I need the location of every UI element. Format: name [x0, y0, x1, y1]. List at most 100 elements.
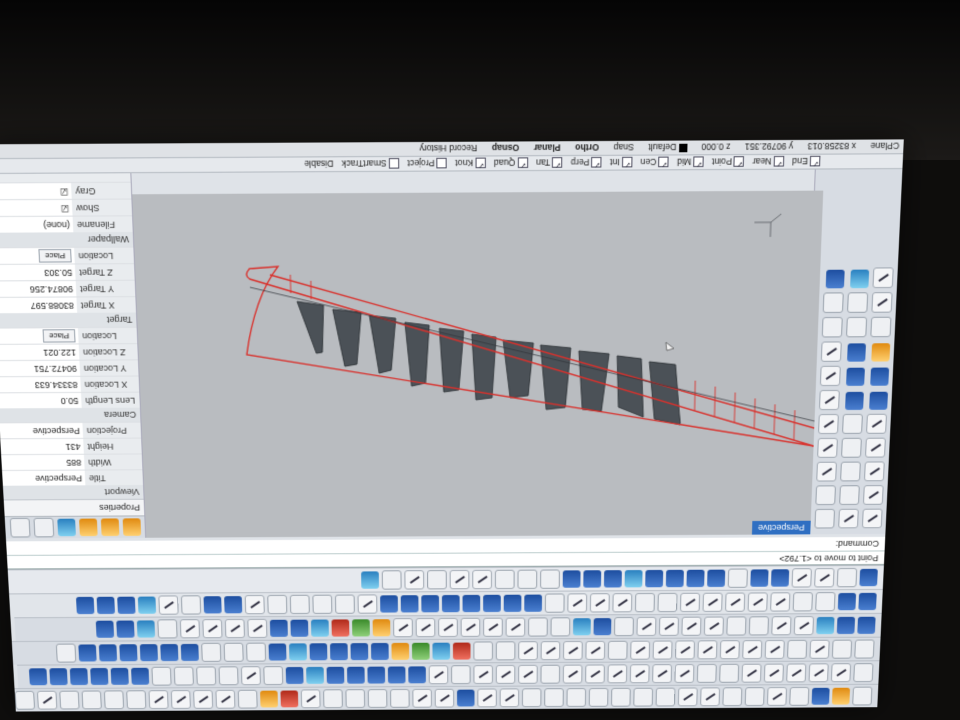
scale-icon[interactable] [607, 664, 627, 683]
undo-view-icon[interactable] [522, 688, 541, 707]
dim-aligned-icon[interactable] [563, 641, 583, 660]
draft-angle-icon[interactable] [310, 643, 328, 660]
right-view-icon[interactable] [659, 617, 679, 636]
shaded-icon[interactable] [594, 618, 612, 635]
wireframe-icon[interactable] [614, 617, 634, 636]
grid-tools-icon[interactable] [495, 570, 515, 589]
edge-curves-icon[interactable] [657, 593, 677, 612]
edge-analysis-icon[interactable] [269, 643, 287, 660]
circle-icon[interactable] [126, 690, 146, 709]
place-target-button[interactable]: Place [38, 249, 71, 263]
cplane-icon[interactable] [500, 688, 519, 707]
boolean-union-icon[interactable] [131, 668, 149, 685]
match-surface-icon[interactable] [703, 593, 723, 612]
drafting-icon[interactable] [707, 570, 725, 587]
status-record-history[interactable]: Record History [419, 143, 477, 154]
surface-point-icon[interactable] [858, 593, 876, 610]
network-surface-icon[interactable] [306, 667, 324, 684]
tools-icon[interactable] [157, 619, 177, 638]
planar-srf-icon[interactable] [138, 597, 156, 614]
osnap-quad[interactable]: Quad [494, 157, 528, 168]
shell-icon[interactable] [29, 668, 47, 685]
distance-icon[interactable] [246, 643, 266, 662]
fillet-edge-icon[interactable] [49, 668, 67, 685]
decal-icon[interactable] [116, 621, 134, 638]
surface-tools-icon[interactable] [837, 568, 857, 587]
move-face-icon[interactable] [158, 595, 178, 614]
dir-icon[interactable] [56, 644, 76, 663]
rib-icon[interactable] [267, 595, 287, 614]
texture-tab-icon[interactable] [33, 518, 54, 538]
gray-checkbox[interactable]: ☑ [0, 183, 72, 199]
history-icon[interactable] [270, 620, 288, 637]
zebra-icon[interactable] [330, 643, 348, 660]
trim-tool-icon[interactable] [871, 292, 892, 313]
lock-icon[interactable] [345, 689, 365, 708]
status-ortho[interactable]: Ortho [575, 142, 599, 153]
light-icon[interactable] [391, 643, 409, 660]
ungroup-icon[interactable] [483, 618, 503, 637]
curve-from-objects-icon[interactable] [247, 619, 267, 638]
mesh-box-icon[interactable] [832, 640, 852, 659]
dim-linear-icon[interactable] [585, 641, 605, 660]
polygon-icon[interactable] [37, 691, 57, 710]
zoom-selected-icon[interactable] [544, 688, 564, 707]
untrim-icon[interactable] [793, 592, 813, 611]
analyze-tool-icon[interactable] [871, 343, 890, 361]
properties-tools-icon[interactable] [382, 570, 402, 589]
analysis-icon[interactable] [686, 570, 704, 587]
export-icon[interactable] [393, 618, 413, 637]
intersect-icon[interactable] [473, 665, 492, 684]
named-view-icon[interactable] [311, 620, 329, 637]
osnap-knot[interactable]: Knot [455, 158, 485, 169]
rotate-icon[interactable] [630, 664, 650, 683]
import-icon[interactable] [416, 618, 436, 637]
control-points-icon[interactable] [518, 665, 538, 684]
mesh-tools-icon[interactable] [728, 569, 748, 588]
hole-icon[interactable] [290, 595, 310, 614]
osnap-tan[interactable]: Tan [536, 157, 563, 168]
isocurve-icon[interactable] [202, 619, 222, 638]
rebuild-icon[interactable] [540, 665, 560, 684]
zoom-icon[interactable] [611, 688, 631, 707]
area-icon[interactable] [181, 644, 199, 661]
osnap-project[interactable]: Project [407, 158, 447, 169]
prop-value[interactable]: 90874.256 [0, 281, 76, 297]
sweep2-icon[interactable] [347, 667, 365, 684]
cone-icon[interactable] [151, 667, 171, 686]
dimension-tool-icon[interactable] [821, 341, 842, 361]
fillet-tool-icon[interactable] [841, 438, 862, 458]
zoom-window-icon[interactable] [589, 688, 609, 707]
rectangle-icon[interactable] [59, 691, 79, 710]
point-tool-icon[interactable] [814, 509, 835, 529]
save-icon[interactable] [812, 688, 830, 705]
osnap-cen[interactable]: Cen [640, 157, 669, 168]
boolean-difference-icon[interactable] [111, 668, 129, 685]
cage-edit-icon[interactable] [608, 641, 628, 660]
surface-edge-icon[interactable] [838, 593, 856, 610]
curve-tool-icon[interactable] [863, 485, 884, 505]
polyline-icon[interactable] [171, 690, 191, 709]
circle-tool-icon[interactable] [839, 485, 860, 505]
status-snap[interactable]: Snap [613, 142, 634, 153]
extrude-srf-icon[interactable] [97, 597, 115, 614]
ghosted-icon[interactable] [551, 617, 571, 636]
osnap-near[interactable]: Near [752, 156, 784, 167]
ellipsoid-icon[interactable] [483, 595, 501, 612]
new-icon[interactable] [852, 687, 872, 706]
truncated-cone-icon[interactable] [421, 595, 439, 612]
osnap-smarttrack[interactable]: SmartTrack [342, 158, 400, 169]
mass-icon[interactable] [119, 644, 137, 661]
polyline-tool-icon[interactable] [838, 509, 859, 529]
rectangle-tool-icon[interactable] [840, 462, 861, 482]
polygon-tool-icon[interactable] [816, 462, 837, 482]
hide-icon[interactable] [390, 689, 410, 708]
curve-on-surface-icon[interactable] [635, 593, 655, 612]
extract-surface-icon[interactable] [335, 595, 355, 614]
edge-srf-icon[interactable] [117, 597, 135, 614]
group-tools-icon[interactable] [427, 570, 447, 589]
solid-edit-icon[interactable] [358, 594, 378, 613]
environment-map-icon[interactable] [289, 643, 307, 660]
layer-icon[interactable] [301, 689, 321, 708]
help-icon[interactable] [238, 690, 258, 709]
